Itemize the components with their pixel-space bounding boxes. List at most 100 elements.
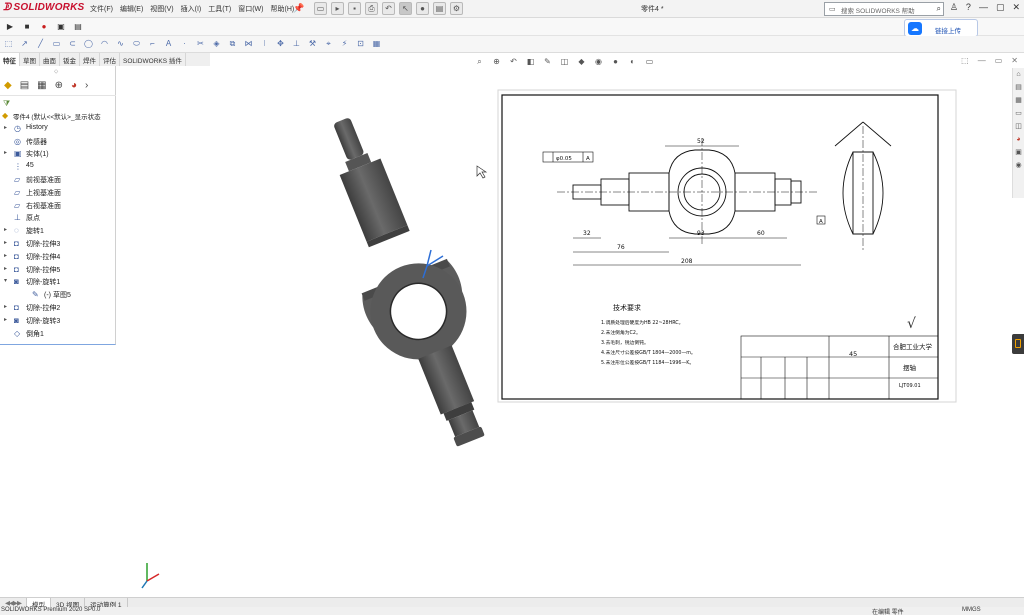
tab-evaluate[interactable]: 评估 xyxy=(100,53,120,66)
expand-arrow-icon[interactable]: ▸ xyxy=(4,149,7,156)
viewport-split-icon[interactable]: ⬚ xyxy=(961,56,969,65)
expand-arrow-icon[interactable]: ▸ xyxy=(4,252,7,259)
search-scope-icon[interactable]: ▭ xyxy=(829,5,836,13)
tree-item[interactable]: ▸ ◘ 切除-拉伸3 xyxy=(0,238,116,251)
quick-snaps-icon[interactable]: ⌖ xyxy=(322,38,335,50)
graphics-area[interactable]: 52 32 76 93 60 208 φ0.05 A A 技术要求 1.调质处理… xyxy=(117,66,1012,597)
menu-insert[interactable]: 插入(I) xyxy=(181,4,202,14)
dimxpert-tab-icon[interactable]: ⊕ xyxy=(55,80,63,95)
run-macro-icon[interactable]: ▶ xyxy=(4,21,16,33)
help-search-input[interactable]: ▭ 搜索 SOLIDWORKS 帮助 ⌕ xyxy=(824,2,944,16)
display-manager-tab-icon[interactable]: ◕ xyxy=(71,80,77,95)
custom-properties-icon[interactable]: ▣ xyxy=(1014,148,1023,158)
new-macro-icon[interactable]: ▣ xyxy=(55,21,67,33)
maximize-button[interactable]: ▢ xyxy=(996,2,1005,13)
tab-surfaces[interactable]: 曲面 xyxy=(40,53,60,66)
menu-tools[interactable]: 工具(T) xyxy=(208,4,231,14)
tab-model[interactable]: 模型 xyxy=(27,598,51,609)
text-icon[interactable]: A xyxy=(162,38,175,50)
expand-arrow-icon[interactable]: ▸ xyxy=(4,303,7,310)
tree-item[interactable]: ▸ ◘ 切除-拉伸2 xyxy=(0,302,116,315)
tree-item[interactable]: ▸ ◘ 切除-拉伸4 xyxy=(0,251,116,264)
shaded-sketch-icon[interactable]: ▦ xyxy=(370,38,383,50)
tab-weldments[interactable]: 焊件 xyxy=(80,53,100,66)
file-properties-icon[interactable]: ▤ xyxy=(433,2,446,15)
expand-arrow-icon[interactable]: ▸ xyxy=(4,226,7,233)
tree-item[interactable]: ▱ 上视基准面 xyxy=(0,187,116,200)
line-icon[interactable]: ╱ xyxy=(34,38,47,50)
fillet-sketch-icon[interactable]: ⌐ xyxy=(146,38,159,50)
sketch-icon[interactable]: ⬚ xyxy=(2,38,15,50)
filter-icon[interactable]: ⧩ xyxy=(3,99,10,109)
tree-item[interactable]: ◎ 传感器 xyxy=(0,136,116,149)
design-library-icon[interactable]: ▦ xyxy=(1014,96,1023,106)
circle-icon[interactable]: ◯ xyxy=(82,38,95,50)
new-document-icon[interactable]: ▭ xyxy=(314,2,327,15)
search-icon[interactable]: ⌕ xyxy=(937,4,941,14)
tab-3d-views[interactable]: 3D 视图 xyxy=(51,598,86,609)
expand-arrow-icon[interactable]: ▸ xyxy=(4,124,7,131)
smart-dimension-icon[interactable]: ↗ xyxy=(18,38,31,50)
open-icon[interactable]: ▸ xyxy=(331,2,344,15)
appearances-icon[interactable]: ◕ xyxy=(1014,135,1023,145)
tree-item[interactable]: ▸ ◙ 切除-旋转3 xyxy=(0,315,116,328)
tree-item[interactable]: ⋮ 45 xyxy=(0,161,116,174)
part-3d-model[interactable] xyxy=(295,102,517,460)
viewport-close-icon[interactable]: ✕ xyxy=(1011,56,1018,65)
configuration-manager-tab-icon[interactable]: ▦ xyxy=(37,80,46,95)
tree-item[interactable]: ▸ ◷ History xyxy=(0,123,116,136)
repair-sketch-icon[interactable]: ⚒ xyxy=(306,38,319,50)
tree-item[interactable]: ▾ ◙ 切除-旋转1 xyxy=(0,276,116,289)
spline-icon[interactable]: ∿ xyxy=(114,38,127,50)
minimize-button[interactable]: — xyxy=(979,2,988,13)
collapse-arrow-icon[interactable]: ▾ xyxy=(4,277,7,284)
panel-expand-icon[interactable]: › xyxy=(85,80,88,95)
slot-icon[interactable]: ⊂ xyxy=(66,38,79,50)
tree-root-part[interactable]: ◆ 零件4 (默认<<默认>_显示状态 xyxy=(0,110,116,123)
tab-addins[interactable]: SOLIDWORKS 插件 xyxy=(120,53,186,66)
viewport-restore-icon[interactable]: ▭ xyxy=(995,56,1003,65)
rebuild-icon[interactable]: ● xyxy=(416,2,429,15)
select-icon[interactable]: ↖ xyxy=(399,2,412,15)
file-explorer-icon[interactable]: ▭ xyxy=(1014,109,1023,119)
display-relations-icon[interactable]: ⊥ xyxy=(290,38,303,50)
tree-item[interactable]: ▸ ▣ 实体(1) xyxy=(0,148,116,161)
save-icon[interactable]: ▪ xyxy=(348,2,361,15)
viewport-minimize-icon[interactable]: — xyxy=(978,56,986,65)
instant2d-icon[interactable]: ⊡ xyxy=(354,38,367,50)
ellipse-icon[interactable]: ⬭ xyxy=(130,38,143,50)
record-macro-icon[interactable]: ● xyxy=(38,21,50,33)
point-icon[interactable]: · xyxy=(178,38,191,50)
menu-window[interactable]: 窗口(W) xyxy=(238,4,263,14)
help-button[interactable]: ? xyxy=(966,2,971,13)
move-entities-icon[interactable]: ✥ xyxy=(274,38,287,50)
tree-item[interactable]: ◇ 倒角1 xyxy=(0,328,116,341)
trim-icon[interactable]: ✂ xyxy=(194,38,207,50)
menu-help[interactable]: 帮助(H) xyxy=(270,4,294,14)
tab-motion-study[interactable]: 运动算例 1 xyxy=(85,598,128,609)
expand-arrow-icon[interactable]: ▸ xyxy=(4,316,7,323)
arc-icon[interactable]: ◠ xyxy=(98,38,111,50)
expand-arrow-icon[interactable]: ▸ xyxy=(4,239,7,246)
resources-icon[interactable]: ▤ xyxy=(1014,83,1023,93)
tree-item[interactable]: ▱ 前视基准面 xyxy=(0,174,116,187)
options-gear-icon[interactable]: ⚙ xyxy=(450,2,463,15)
side-panel-toggle[interactable] xyxy=(1012,334,1024,354)
status-units[interactable]: MMGS xyxy=(962,607,981,613)
undo-icon[interactable]: ↶ xyxy=(382,2,395,15)
print-icon[interactable]: ⎙ xyxy=(365,2,378,15)
tab-sheet-metal[interactable]: 钣金 xyxy=(60,53,80,66)
linear-pattern-icon[interactable]: ⁝ xyxy=(258,38,271,50)
tab-sketch[interactable]: 草图 xyxy=(20,53,40,66)
panel-grip-icon[interactable]: ⬦ xyxy=(54,69,58,76)
tree-item[interactable]: ▸ ◘ 切除-拉伸5 xyxy=(0,264,116,277)
home-icon[interactable]: ⌂ xyxy=(1014,70,1023,80)
offset-icon[interactable]: ⧉ xyxy=(226,38,239,50)
edit-macro-icon[interactable]: ▤ xyxy=(72,21,84,33)
pin-menu-icon[interactable]: 📌 xyxy=(293,3,304,14)
tree-item[interactable]: ✎ (-) 草图5 xyxy=(0,289,116,302)
tab-scroll-arrows-icon[interactable]: ◀◀▶▶ xyxy=(0,598,27,607)
tree-item[interactable]: ▱ 右视基准面 xyxy=(0,200,116,213)
feature-manager-tab-icon[interactable]: ◆ xyxy=(4,80,12,95)
menu-file[interactable]: 文件(F) xyxy=(90,4,113,14)
